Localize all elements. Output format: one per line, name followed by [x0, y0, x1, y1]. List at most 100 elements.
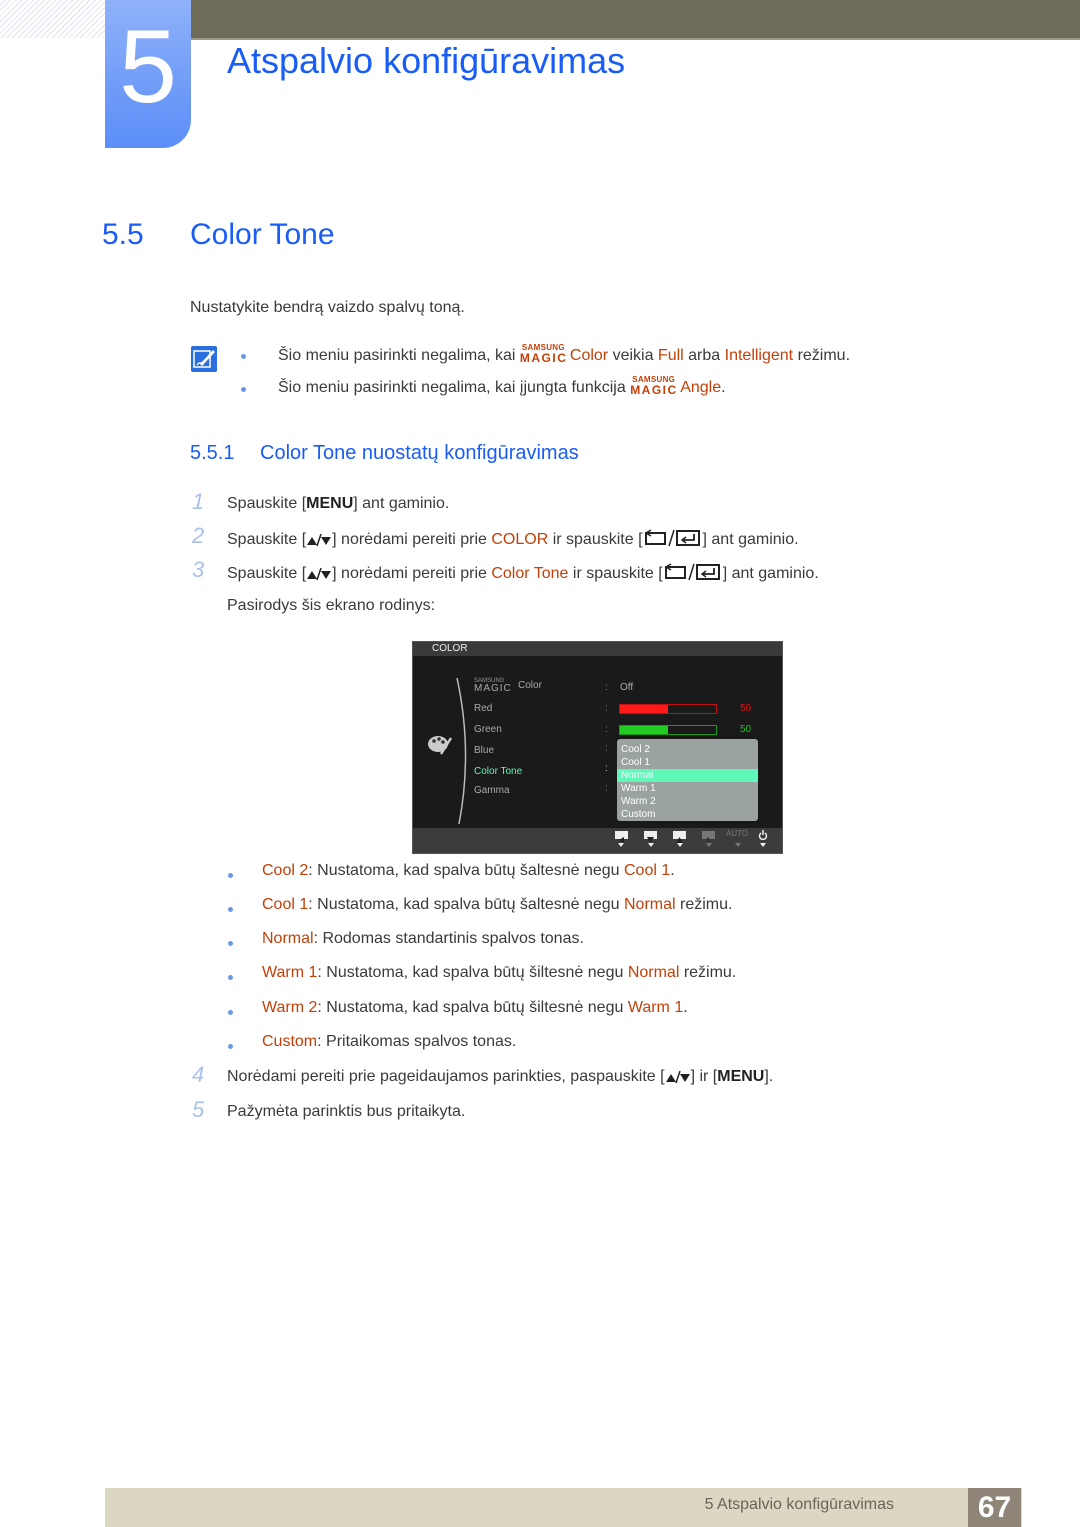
- note-text: režimu.: [793, 347, 851, 364]
- tone-option-label: Cool 1: [621, 757, 650, 768]
- note-text: arba: [683, 347, 725, 364]
- tone-text: : Nustatoma, kad spalva būtų šiltesnė ne…: [317, 999, 628, 1016]
- tone-name: Cool 2: [262, 862, 309, 879]
- full-term: Full: [657, 347, 684, 364]
- tone-ref: Warm 1: [627, 999, 684, 1016]
- right-button-icon[interactable]: [702, 831, 715, 843]
- magic-color-term: Color: [569, 347, 609, 364]
- up-down-arrow-icon: [306, 567, 332, 586]
- note-text: .: [721, 379, 726, 396]
- tone-ref: Normal: [624, 896, 676, 913]
- footer-chapter: 5 Atspalvio konfigūravimas: [704, 1496, 894, 1513]
- step-3-note: Pasirodys šis ekrano rodinys:: [227, 597, 436, 614]
- power-button-marker: [760, 843, 766, 847]
- step-text: Spauskite [: [227, 565, 307, 582]
- osd-arc-decoration: [456, 677, 467, 825]
- osd-item-red[interactable]: Red: [474, 703, 492, 714]
- green-slider[interactable]: [619, 725, 717, 735]
- source-enter-icon: [643, 529, 703, 552]
- chapter-title: Atspalvio konfigūravimas: [227, 40, 626, 81]
- tone-option-custom[interactable]: Custom: [617, 808, 758, 821]
- tone-name: Normal: [262, 930, 314, 947]
- step-number: 2: [192, 523, 205, 548]
- step-text: Norėdami pereiti prie pageidaujamos pari…: [227, 1068, 665, 1085]
- step-text: Spauskite [: [227, 531, 307, 548]
- left-button-icon[interactable]: [615, 831, 628, 843]
- osd-screen: COLOR SAMSUNG MAGIC Color : Off Red : 50…: [412, 641, 783, 854]
- tone-desc-normal: Normal: Rodomas standartinis spalvos ton…: [262, 930, 584, 948]
- tone-text: : Nustatoma, kad spalva būtų šaltesnė ne…: [308, 862, 624, 879]
- tone-name: Custom: [262, 1033, 318, 1050]
- subsection-title: Color Tone nuostatų konfigūravimas: [260, 442, 579, 464]
- osd-footer: AUTO: [413, 828, 782, 853]
- osd-colon: :: [605, 724, 608, 735]
- color-term: COLOR: [491, 531, 549, 548]
- note-2: Šio meniu pasirinkti negalima, kai įjung…: [278, 375, 726, 397]
- tone-bullet: [228, 1010, 233, 1015]
- menu-key: MENU: [306, 495, 354, 512]
- step-text: ] ant gaminio.: [353, 495, 450, 512]
- tone-option-normal[interactable]: Normal: [617, 769, 758, 782]
- tone-desc-warm-1: Warm 1: Nustatoma, kad spalva būtų šilte…: [262, 964, 736, 982]
- tone-desc-cool-1: Cool 1: Nustatoma, kad spalva būtų šalte…: [262, 896, 732, 914]
- magic-bottom: MAGIC: [474, 683, 512, 694]
- up-down-arrow-icon: [306, 533, 332, 552]
- tone-bullet: [228, 907, 233, 912]
- tone-text: režimu.: [675, 896, 733, 913]
- down-button-icon[interactable]: [644, 831, 657, 843]
- samsung-magic-logo: SAMSUNG MAGIC: [630, 375, 680, 397]
- tone-option-warm-2[interactable]: Warm 2: [617, 795, 758, 808]
- step-text: ] norėdami pereiti prie: [332, 531, 492, 548]
- tone-text: : Rodomas standartinis spalvos tonas.: [313, 930, 584, 947]
- magic-bottom: MAGIC: [630, 383, 678, 397]
- power-icon[interactable]: [758, 830, 768, 840]
- menu-key: MENU: [717, 1068, 765, 1085]
- step-text: ].: [764, 1068, 774, 1085]
- tone-bullet: [228, 975, 233, 980]
- osd-title: COLOR: [432, 643, 468, 654]
- red-slider[interactable]: [619, 704, 717, 714]
- osd-item-green[interactable]: Green: [474, 724, 502, 735]
- step-text: ] norėdami pereiti prie: [332, 565, 492, 582]
- palette-icon: [428, 736, 453, 755]
- note-bullet: [241, 354, 246, 359]
- tone-bullet: [228, 941, 233, 946]
- tone-bullet: [228, 873, 233, 878]
- magic-bottom: MAGIC: [519, 351, 568, 365]
- note-1: Šio meniu pasirinkti negalima, kai SAMSU…: [278, 343, 851, 365]
- tone-text: : Nustatoma, kad spalva būtų šiltesnė ne…: [317, 964, 628, 981]
- note-text: Šio meniu pasirinkti negalima, kai įjung…: [278, 379, 631, 396]
- tone-desc-warm-2: Warm 2: Nustatoma, kad spalva būtų šilte…: [262, 999, 688, 1017]
- step-text: ir spauskite [: [568, 565, 663, 582]
- osd-colon: :: [605, 783, 608, 794]
- note-text: Šio meniu pasirinkti negalima, kai: [278, 347, 520, 364]
- step-3: Spauskite [] norėdami pereiti prie Color…: [227, 563, 819, 586]
- osd-colon: :: [605, 743, 608, 754]
- tone-option-label: Custom: [621, 809, 656, 820]
- page-number: 67: [968, 1488, 1021, 1527]
- up-button-icon[interactable]: [673, 831, 686, 843]
- section-number: 5.5: [102, 218, 144, 251]
- tone-option-cool-2[interactable]: Cool 2: [617, 743, 758, 756]
- header-hatch-decoration: [0, 0, 105, 38]
- tone-option-label: Cool 2: [621, 744, 650, 755]
- step-number: 3: [192, 557, 205, 582]
- tone-option-warm-1[interactable]: Warm 1: [617, 782, 758, 795]
- osd-item-blue[interactable]: Blue: [474, 745, 494, 756]
- step-text: Spauskite [: [227, 495, 307, 512]
- tone-text: : Nustatoma, kad spalva būtų šaltesnė ne…: [308, 896, 624, 913]
- tone-option-cool-1[interactable]: Cool 1: [617, 756, 758, 769]
- osd-header: COLOR: [413, 642, 782, 656]
- step-text: ir spauskite [: [548, 531, 643, 548]
- step-number: 4: [192, 1062, 205, 1087]
- tone-name: Cool 1: [262, 896, 309, 913]
- osd-item-gamma[interactable]: Gamma: [474, 785, 510, 796]
- magic-angle-term: Angle: [680, 379, 722, 396]
- auto-button[interactable]: AUTO: [726, 829, 748, 838]
- tone-option-label: Warm 1: [621, 783, 656, 794]
- osd-item-color-tone[interactable]: Color Tone: [474, 766, 522, 777]
- step-number: 1: [192, 489, 205, 514]
- header-bar: [190, 0, 1080, 40]
- section-intro: Nustatykite bendrą vaizdo spalvų toną.: [190, 299, 465, 316]
- step-5: Pažymėta parinktis bus pritaikyta.: [227, 1103, 466, 1120]
